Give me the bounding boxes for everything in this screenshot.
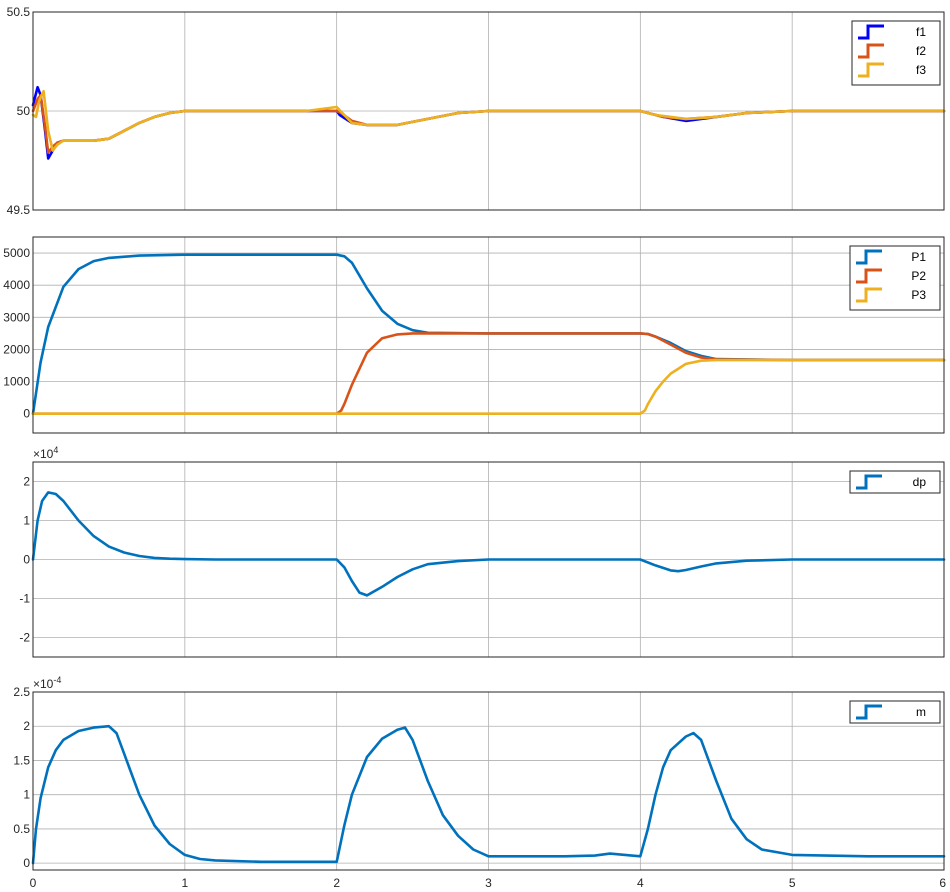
legend-label-dp: dp <box>913 475 927 489</box>
legend-box <box>849 470 941 494</box>
legend-label-m: m <box>916 705 926 719</box>
y-tick-label: 3000 <box>3 310 30 324</box>
scope-figure: 49.55050.5f1f2f3010002000300040005000 P1P… <box>3 5 946 890</box>
legend-label-P1: P1 <box>911 250 926 264</box>
y-tick-label: 0 <box>23 553 30 567</box>
x-tick-label: 3 <box>485 876 492 890</box>
y-tick-label: 1 <box>23 788 30 802</box>
y-tick-label: 0 <box>23 856 30 870</box>
subplot-1: 49.5 50 50.5 f1 f2 f3 <box>7 5 946 217</box>
y-tick-label: 1 <box>23 514 30 528</box>
y-tick-label: -2 <box>19 631 30 645</box>
x-tick-label: 1 <box>181 876 188 890</box>
legend: m <box>849 700 941 724</box>
subplot-2: 0 1000 2000 3000 4000 5000 P1 P2 P3 <box>3 236 946 434</box>
y-tick-label: 49.5 <box>7 203 31 217</box>
y-tick-label: 0 <box>23 407 30 421</box>
y-tick-label: 50 <box>17 104 31 118</box>
y-tick-label: 2 <box>23 719 30 733</box>
x-tick-label: 6 <box>939 876 946 890</box>
y-tick-label: 1.5 <box>13 753 30 767</box>
y-tick-label: -1 <box>19 592 30 606</box>
y-tick-label: 4000 <box>3 278 30 292</box>
legend-label-f3: f3 <box>916 63 926 77</box>
y-tick-label: 0.5 <box>13 822 30 836</box>
y-tick-label: 50.5 <box>7 5 31 19</box>
y-exponent-label: ×10-4 <box>33 675 61 691</box>
legend-box <box>849 700 941 724</box>
x-tick-label: 2 <box>333 876 340 890</box>
subplot-4: 0 0.5 1 1.5 2 2.5×10-4 0 1 2 3 4 5 6 m <box>13 675 946 890</box>
y-tick-label: 5000 <box>3 246 30 260</box>
y-exponent-label: ×104 <box>33 445 58 461</box>
legend: dp <box>849 470 941 494</box>
subplot-3: -2 -1 0 1 2×104 dp <box>19 445 946 658</box>
legend-label-P2: P2 <box>911 269 926 283</box>
x-tick-label: 5 <box>789 876 796 890</box>
legend-label-f2: f2 <box>916 44 926 58</box>
x-tick-label: 4 <box>637 876 644 890</box>
y-tick-label: 1000 <box>3 375 30 389</box>
legend: f1 f2 f3 <box>851 20 941 86</box>
legend: P1 P2 P3 <box>849 245 941 311</box>
y-tick-label: 2000 <box>3 342 30 356</box>
legend-label-f1: f1 <box>916 25 926 39</box>
y-tick-label: 2.5 <box>13 685 30 699</box>
y-tick-label: 2 <box>23 475 30 489</box>
x-tick-label: 0 <box>30 876 37 890</box>
legend-label-P3: P3 <box>911 288 926 302</box>
